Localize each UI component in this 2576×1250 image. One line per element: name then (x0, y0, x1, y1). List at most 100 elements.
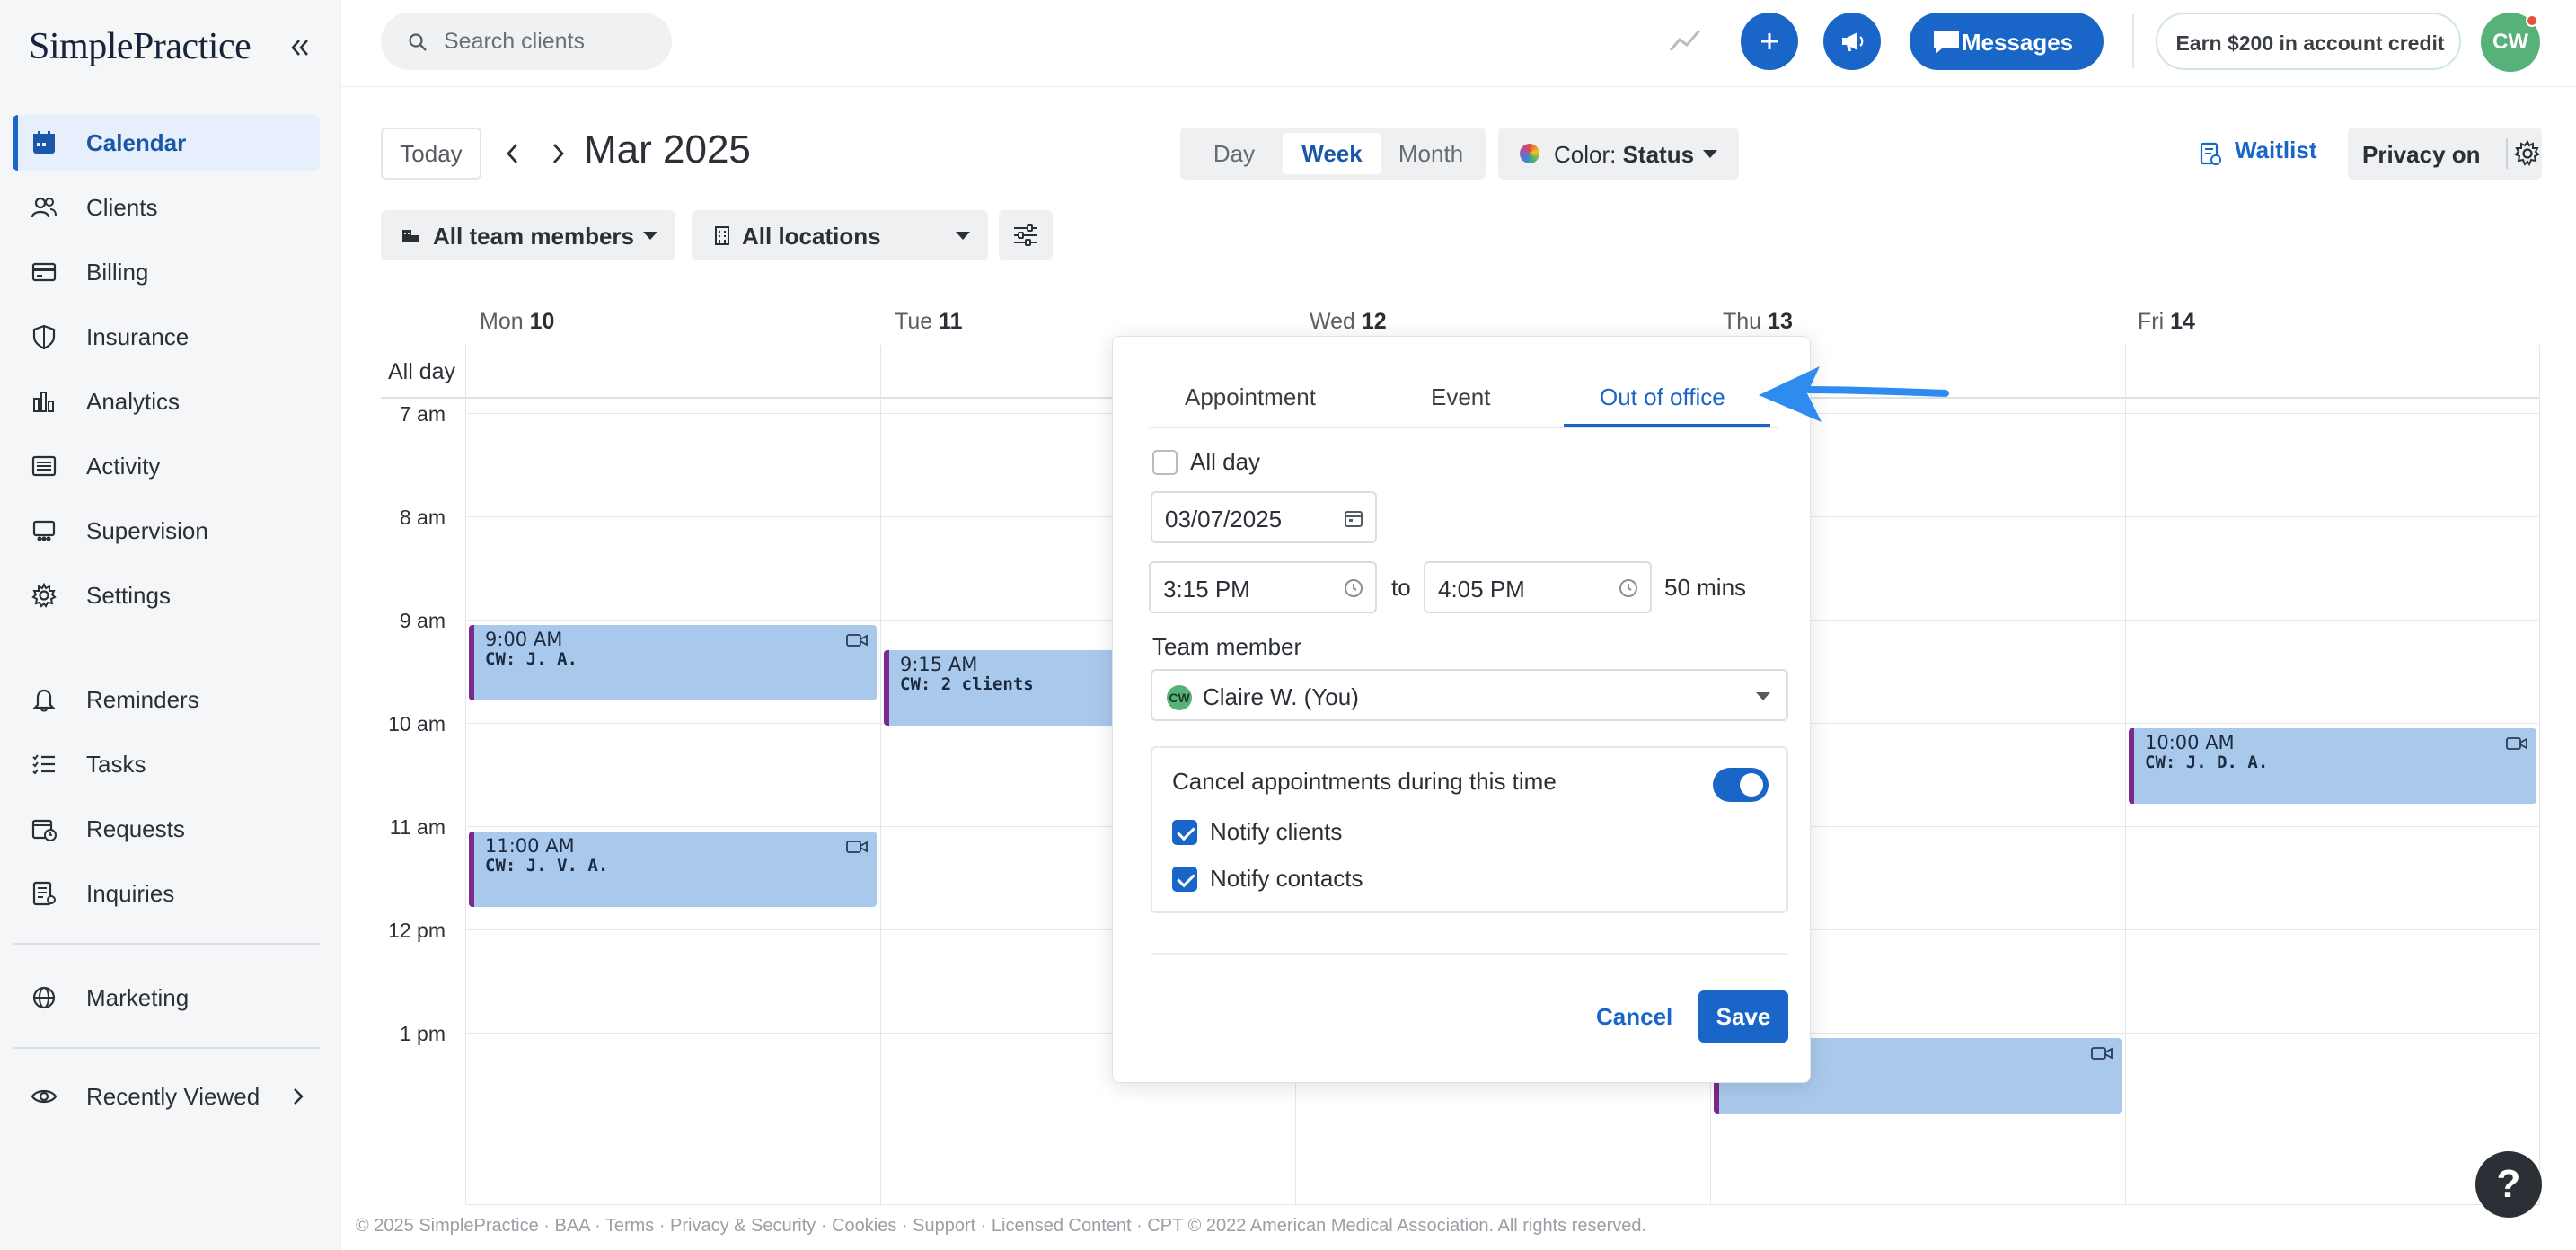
shield-icon (32, 324, 56, 350)
notify-clients-label: Notify clients (1210, 818, 1343, 845)
clock-icon (1619, 579, 1637, 597)
sidebar-item-marketing[interactable]: Marketing (13, 970, 320, 1026)
building-icon (715, 226, 729, 245)
save-button[interactable]: Save (1698, 990, 1788, 1043)
sidebar-item-recently-viewed[interactable]: Recently Viewed (13, 1069, 320, 1124)
supervision-icon (32, 520, 56, 541)
topbar-border (341, 86, 2576, 87)
waitlist-link[interactable]: Waitlist (2235, 136, 2316, 164)
search-input[interactable] (444, 13, 659, 70)
add-button[interactable] (1741, 13, 1798, 70)
waitlist-icon (2200, 142, 2221, 165)
date-field[interactable]: 03/07/2025 (1151, 491, 1377, 543)
appointment-card[interactable]: 9:00 AM CW: J. A. (469, 625, 877, 700)
month-title: Mar 2025 (584, 128, 751, 172)
end-time-field[interactable]: 4:05 PM (1424, 561, 1652, 613)
view-day[interactable]: Day (1186, 133, 1283, 174)
sidebar-item-label: Settings (86, 581, 171, 609)
view-month[interactable]: Month (1381, 133, 1480, 174)
sidebar-item-reminders[interactable]: Reminders (13, 672, 320, 727)
color-dropdown[interactable]: Color: Status (1498, 128, 1739, 180)
earn-credit-label: Earn $200 in account credit (2175, 31, 2445, 55)
trend-icon[interactable] (1667, 23, 1703, 56)
chevron-right-icon (294, 1088, 304, 1105)
sidebar-item-calendar[interactable]: Calendar (13, 115, 320, 171)
appointment-card[interactable]: 10:00 AM CW: J. D. A. (2129, 728, 2536, 804)
previous-week-icon[interactable] (499, 138, 526, 169)
sidebar: SimplePractice Calendar Clients Billing … (0, 0, 341, 1250)
sidebar-item-label: Reminders (86, 685, 199, 713)
cancel-appointments-toggle[interactable] (1713, 768, 1769, 802)
sidebar-item-insurance[interactable]: Insurance (13, 309, 320, 365)
sidebar-item-billing[interactable]: Billing (13, 244, 320, 300)
requests-icon (31, 819, 57, 841)
collapse-sidebar-icon[interactable] (284, 32, 314, 63)
video-icon (846, 634, 868, 647)
locations-filter[interactable]: All locations (692, 210, 988, 260)
end-time-value: 4:05 PM (1438, 576, 1525, 603)
tab-event[interactable]: Event (1431, 383, 1491, 411)
cancel-appointments-section: Cancel appointments during this time Not… (1151, 746, 1788, 913)
earn-credit-button[interactable]: Earn $200 in account credit (2156, 13, 2461, 70)
team-member-select[interactable]: CW Claire W. (You) (1151, 669, 1788, 721)
next-week-icon[interactable] (544, 138, 571, 169)
sidebar-item-label: Requests (86, 814, 185, 842)
sliders-icon (1014, 224, 1037, 246)
color-label: Color: (1554, 141, 1617, 168)
hour-label: 12 pm (388, 919, 446, 942)
day-header-wed: Wed 12 (1310, 309, 1387, 334)
start-time-field[interactable]: 3:15 PM (1149, 561, 1377, 613)
sidebar-item-label: Insurance (86, 322, 190, 350)
sidebar-item-analytics[interactable]: Analytics (13, 374, 320, 429)
cancel-button[interactable]: Cancel (1596, 1003, 1672, 1031)
filters-button[interactable] (999, 210, 1053, 260)
sidebar-item-label: Marketing (86, 983, 190, 1011)
calendar-settings-icon[interactable] (2513, 139, 2542, 168)
inquiries-icon (32, 881, 56, 906)
annotation-arrow-icon (1759, 366, 1949, 422)
sidebar-item-activity[interactable]: Activity (13, 438, 320, 494)
announcements-button[interactable] (1823, 13, 1881, 70)
hour-label: 11 am (389, 815, 446, 839)
notify-contacts-label: Notify contacts (1210, 865, 1363, 892)
sidebar-item-inquiries[interactable]: Inquiries (13, 866, 320, 921)
clock-icon (1345, 579, 1363, 597)
sidebar-item-clients[interactable]: Clients (13, 180, 320, 235)
sidebar-item-label: Billing (86, 258, 149, 286)
calendar-picker-icon[interactable] (1343, 507, 1364, 529)
team-members-filter[interactable]: All team members (381, 210, 675, 260)
tab-appointment[interactable]: Appointment (1185, 383, 1316, 411)
messages-button[interactable]: Messages (1910, 13, 2104, 70)
sidebar-item-requests[interactable]: Requests (13, 801, 320, 857)
sidebar-item-supervision[interactable]: Supervision (13, 503, 320, 559)
messages-label: Messages (1961, 29, 2074, 56)
sidebar-item-label: Tasks (86, 750, 146, 778)
today-button[interactable]: Today (381, 128, 481, 180)
view-week[interactable]: Week (1283, 133, 1381, 174)
bar-chart-icon (33, 392, 54, 412)
app-root: SimplePractice Calendar Clients Billing … (0, 0, 2576, 1250)
sidebar-item-tasks[interactable]: Tasks (13, 736, 320, 792)
sidebar-item-settings[interactable]: Settings (13, 568, 320, 623)
to-label: to (1391, 574, 1411, 601)
tab-out-of-office[interactable]: Out of office (1600, 383, 1725, 411)
app-logo[interactable]: SimplePractice (29, 25, 251, 68)
footer-text: © 2025 SimplePractice · BAA · Terms · Pr… (356, 1216, 1647, 1236)
caret-down-icon (1756, 692, 1770, 700)
privacy-toggle-button[interactable]: Privacy on (2348, 128, 2542, 180)
search-icon (409, 33, 427, 51)
appointment-time: 9:15 AM (900, 654, 978, 675)
all-day-checkbox[interactable] (1152, 450, 1178, 475)
duration-label: 50 mins (1664, 574, 1747, 601)
team-member-label: Team member (1152, 633, 1302, 660)
day-header-mon: Mon 10 (480, 309, 555, 334)
calendar-icon (33, 131, 55, 154)
appointment-client: CW: 2 clients (900, 674, 1034, 694)
date-value: 03/07/2025 (1165, 506, 1283, 533)
notify-clients-checkbox[interactable] (1172, 820, 1197, 845)
bell-icon (32, 689, 56, 712)
notify-contacts-checkbox[interactable] (1172, 867, 1197, 892)
help-button[interactable]: ? (2475, 1151, 2542, 1218)
search-bar[interactable] (381, 13, 672, 70)
appointment-card[interactable]: 11:00 AM CW: J. V. A. (469, 832, 877, 907)
